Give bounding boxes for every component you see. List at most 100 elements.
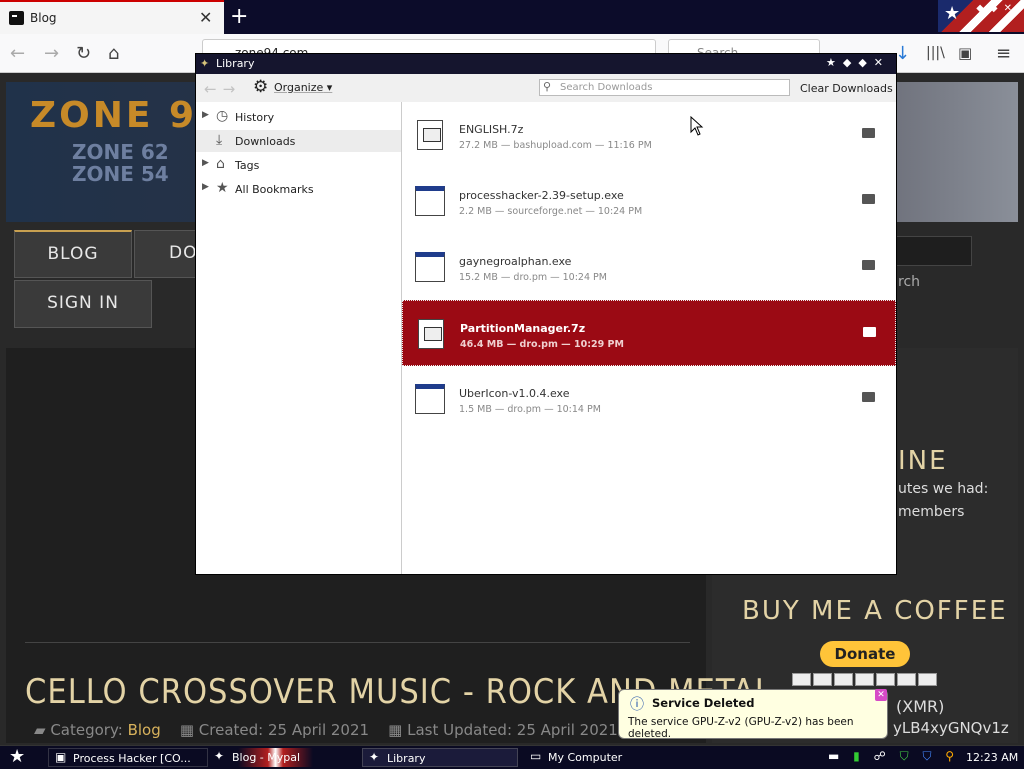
download-item-selected[interactable]: PartitionManager.7z 46.4 MB — dro.pm — 1… <box>402 300 896 366</box>
card-icon <box>897 673 916 686</box>
theme-flag-decoration: ★ ◆◆✕ <box>938 0 1024 32</box>
taskbar-item-my-computer[interactable]: ▭ My Computer <box>524 748 684 767</box>
download-meta: 27.2 MB — bashupload.com — 11:16 PM <box>459 140 652 151</box>
discover-icon <box>876 673 895 686</box>
system-tray[interactable]: ▬ ▮ ☍ ⛉ ⛉ ⚲ <box>828 749 959 764</box>
start-star-icon[interactable]: ★ <box>9 746 25 767</box>
download-item[interactable]: gaynegroalphan.exe 15.2 MB — dro.pm — 10… <box>402 234 896 300</box>
expand-arrow-icon[interactable]: ▶ <box>202 158 209 168</box>
folder-icon[interactable] <box>862 260 875 270</box>
forward-arrow-icon[interactable]: → <box>44 43 59 64</box>
taskbar-item-process-hacker[interactable]: ▣ Process Hacker [CO... <box>48 748 208 767</box>
organize-button[interactable]: Organize ▾ <box>274 81 332 94</box>
divider <box>25 642 690 643</box>
exe-file-icon <box>415 384 445 414</box>
download-item[interactable]: UberIcon-v1.0.4.exe 1.5 MB — dro.pm — 10… <box>402 366 896 432</box>
sidebar-icon[interactable]: ▣ <box>958 44 972 62</box>
tab-blog[interactable]: Blog ✕ <box>0 0 224 34</box>
search-downloads-input[interactable]: ⚲ Search Downloads <box>539 79 790 96</box>
expand-arrow-icon[interactable]: ▶ <box>202 110 209 120</box>
library-icon: ✦ <box>369 750 380 764</box>
tree-label: Downloads <box>235 135 296 148</box>
download-icon: ⤓ <box>216 132 223 148</box>
download-name: ENGLISH.7z <box>459 123 524 136</box>
coffee-heading: BUY ME A COFFEE <box>742 596 1008 626</box>
back-arrow-icon[interactable]: ← <box>10 43 25 64</box>
nav-sign-in[interactable]: SIGN IN <box>14 280 152 328</box>
downloads-list: ENGLISH.7z 27.2 MB — bashupload.com — 11… <box>402 102 896 574</box>
download-meta: 15.2 MB — dro.pm — 10:24 PM <box>459 272 607 283</box>
security-icon[interactable]: ⛉ <box>922 749 936 763</box>
new-tab-button[interactable]: + <box>230 4 248 29</box>
keyboard-icon[interactable]: ▬ <box>828 749 844 763</box>
info-icon: ⓘ <box>630 697 644 713</box>
library-window-controls[interactable]: ★◆◆✕ <box>826 56 890 69</box>
star-icon: ★ <box>216 180 229 196</box>
monitor-icon[interactable]: ▮ <box>853 749 865 763</box>
network-icon[interactable]: ☍ <box>874 749 891 763</box>
download-item[interactable]: ENGLISH.7z 27.2 MB — bashupload.com — 11… <box>402 102 896 168</box>
taskbar-label: My Computer <box>548 751 623 764</box>
folder-icon[interactable] <box>863 327 876 337</box>
nav-do[interactable]: DO <box>134 230 196 278</box>
tree-item-tags[interactable]: ▶ ⌂ Tags <box>196 154 401 176</box>
taskbar-label: Process Hacker [CO... <box>73 752 191 765</box>
close-icon[interactable]: ✕ <box>875 689 887 701</box>
library-icon[interactable]: |||\ <box>926 45 945 61</box>
site-search-input[interactable] <box>896 236 972 266</box>
expand-arrow-icon[interactable]: ▶ <box>202 182 209 192</box>
search-icon[interactable]: ⚲ <box>945 749 959 763</box>
tree-item-all-bookmarks[interactable]: ▶ ★ All Bookmarks <box>196 178 401 200</box>
tab-bar: Blog ✕ + ★ ◆◆✕ <box>0 0 1024 34</box>
folder-icon: ▰ <box>34 721 51 739</box>
nav-blog[interactable]: BLOG <box>14 230 132 278</box>
tab-close-icon[interactable]: ✕ <box>199 8 212 27</box>
clear-downloads-button[interactable]: Clear Downloads <box>800 82 893 95</box>
calendar-icon: ▦ <box>179 721 199 739</box>
category-label: Category: <box>50 721 123 739</box>
tree-item-history[interactable]: ▶ ◷ History <box>196 106 401 128</box>
library-title: Library <box>216 57 255 70</box>
gear-icon[interactable]: ⚙ <box>253 77 268 97</box>
tree-label: History <box>235 111 275 124</box>
notification-message: The service GPU-Z-v2 (GPU-Z-v2) has been… <box>628 716 854 740</box>
clock[interactable]: 12:23 AM <box>966 751 1018 764</box>
home-icon[interactable]: ⌂ <box>108 43 119 64</box>
menu-icon[interactable]: ≡ <box>996 43 1011 64</box>
library-title-bar[interactable]: ✦ Library ★◆◆✕ <box>196 54 896 74</box>
taskbar-label: Blog - Mypal <box>232 751 301 764</box>
category-link[interactable]: Blog <box>128 721 161 739</box>
visa-icon <box>792 673 811 686</box>
library-tree: ▶ ◷ History ⤓ Downloads ▶ ⌂ Tags ▶ ★ All… <box>196 102 402 574</box>
shield-icon[interactable]: ⛉ <box>900 749 914 763</box>
taskbar-item-blog[interactable]: ✦ Blog - Mypal <box>208 748 358 767</box>
downloads-icon[interactable]: ↓ <box>895 43 910 64</box>
notification-title: Service Deleted <box>652 696 755 710</box>
site-logo[interactable]: ZONE 9 <box>30 95 197 136</box>
sidebar-heading: INE <box>898 446 948 476</box>
clock-icon: ◷ <box>216 108 229 124</box>
payment-cards <box>792 673 940 687</box>
organize-label: Organize <box>274 81 324 94</box>
folder-icon[interactable] <box>862 392 875 402</box>
post-meta: ▰ Category: Blog ▦ Created: 25 April 202… <box>34 721 618 739</box>
folder-icon[interactable] <box>862 128 875 138</box>
site-logo-sub2: ZONE 54 <box>72 162 169 186</box>
site-logo-sub1: ZONE 62 <box>72 140 169 164</box>
maestro-icon <box>834 673 853 686</box>
folder-icon[interactable] <box>862 194 875 204</box>
service-deleted-notification[interactable]: ⓘ Service Deleted The service GPU-Z-v2 (… <box>618 689 888 740</box>
taskbar-item-library[interactable]: ✦ Library <box>362 748 518 767</box>
window-controls[interactable]: ◆◆✕ <box>976 3 1018 14</box>
tab-title: Blog <box>30 11 57 25</box>
site-search-hint: rch <box>898 274 921 290</box>
donate-button[interactable]: Donate <box>820 641 910 667</box>
tree-item-downloads[interactable]: ⤓ Downloads <box>196 130 401 152</box>
updated-date: Last Updated: 25 April 2021 <box>407 721 618 739</box>
reload-icon[interactable]: ↻ <box>76 43 91 64</box>
exe-file-icon <box>415 252 445 282</box>
crypto-address: yLB4xyGNQv1z <box>893 719 1009 737</box>
taskbar: ★ ▣ Process Hacker [CO... ✦ Blog - Mypal… <box>0 745 1024 769</box>
download-item[interactable]: processhacker-2.39-setup.exe 2.2 MB — so… <box>402 168 896 234</box>
library-nav-arrows-icon[interactable]: ←→ <box>204 80 241 98</box>
